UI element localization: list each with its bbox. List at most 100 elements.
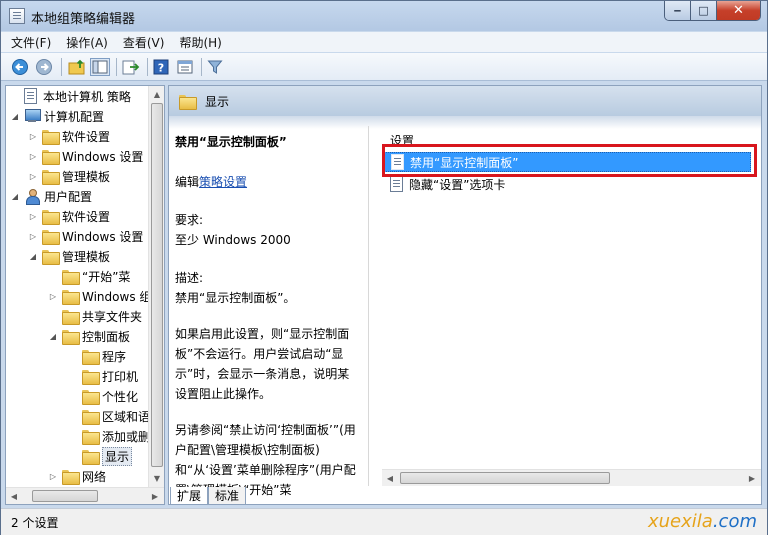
tree-item-label: 本地计算机 策略 xyxy=(43,89,131,104)
expand-arrow-icon[interactable]: ▷ xyxy=(28,171,38,181)
close-button[interactable]: ✕ xyxy=(717,1,760,20)
tree-item-label: Windows 组 xyxy=(82,289,152,304)
tree-item[interactable]: 区域和语 xyxy=(68,406,150,426)
toolbar-separator xyxy=(116,58,117,76)
show-tree-icon[interactable] xyxy=(90,58,110,76)
description-paragraph-1: 如果启用此设置，则“显示控制面板”不会运行。用户尝试启动“显示”时，会显示一条消… xyxy=(175,327,350,401)
tree-item[interactable]: ▷ Windows 设置 xyxy=(28,146,143,166)
tree-item[interactable]: ◢ 计算机配置 xyxy=(10,106,104,126)
folder-icon xyxy=(42,149,60,165)
tree-item[interactable]: ▷ Windows 设置 xyxy=(28,226,143,246)
title-bar[interactable]: 本地组策略编辑器 ‒ □ ✕ xyxy=(1,1,767,31)
settings-list: 设置 禁用“显示控制面板” 隐藏“设置”选项卡 ◀ ▶ xyxy=(382,126,761,486)
details-header: 显示 xyxy=(169,86,761,116)
menu-help[interactable]: 帮助(H) xyxy=(179,34,221,51)
tree-item-label: 用户配置 xyxy=(44,189,93,204)
back-icon[interactable] xyxy=(11,58,29,76)
tree-item-label: 管理模板 xyxy=(62,249,111,264)
folder-icon xyxy=(42,169,60,185)
scroll-left-arrow[interactable]: ◀ xyxy=(382,470,398,486)
description-scrollbar[interactable]: ▲ ▼ xyxy=(368,126,369,486)
scroll-thumb[interactable] xyxy=(151,103,163,467)
collapse-arrow-icon[interactable]: ◢ xyxy=(10,191,20,201)
help-icon[interactable]: ? xyxy=(152,58,170,76)
tree-item[interactable]: ▷ 网络 xyxy=(48,466,106,486)
gpedit-window: 本地组策略编辑器 ‒ □ ✕ 文件(F) 操作(A) 查看(V) 帮助(H) ?… xyxy=(0,0,768,535)
export-icon[interactable] xyxy=(121,58,141,76)
menu-file[interactable]: 文件(F) xyxy=(11,34,51,51)
watermark: xuexila.com xyxy=(648,511,757,532)
tree-item[interactable]: ▷ 软件设置 xyxy=(28,206,110,226)
collapse-arrow-icon[interactable]: ◢ xyxy=(48,331,58,341)
filter-icon[interactable] xyxy=(206,58,224,76)
toolbar-separator xyxy=(61,58,62,76)
tree-item[interactable]: “开始”菜 xyxy=(48,266,130,286)
expand-arrow-icon[interactable]: ▷ xyxy=(28,131,38,141)
window-title: 本地组策略编辑器 xyxy=(31,12,136,27)
view-icon[interactable] xyxy=(175,58,195,76)
minimize-button[interactable]: ‒ xyxy=(665,1,691,20)
expand-arrow-icon[interactable]: ▷ xyxy=(28,151,38,161)
tree-item[interactable]: ◢ 管理模板 xyxy=(28,246,110,266)
tree-item[interactable]: ▷ 软件设置 xyxy=(28,126,110,146)
expand-arrow-icon[interactable]: ▷ xyxy=(48,471,58,481)
expand-arrow-icon[interactable]: ▷ xyxy=(48,291,58,301)
tree-item[interactable]: 个性化 xyxy=(68,386,138,406)
list-horizontal-scrollbar[interactable]: ◀ ▶ xyxy=(382,469,761,486)
details-header-title: 显示 xyxy=(205,94,230,109)
tree-item[interactable]: 打印机 xyxy=(68,366,138,386)
tree-item-label: 软件设置 xyxy=(62,209,111,224)
scroll-right-arrow[interactable]: ▶ xyxy=(147,488,163,504)
scroll-up-arrow[interactable]: ▲ xyxy=(149,86,164,102)
menu-bar: 文件(F) 操作(A) 查看(V) 帮助(H) xyxy=(1,32,767,52)
edit-policy-line: 编辑策略设置 xyxy=(175,172,360,192)
user-icon xyxy=(24,188,40,205)
tree-item[interactable]: ▷ 管理模板 xyxy=(28,166,110,186)
requirements-value: 至少 Windows 2000 xyxy=(175,233,291,247)
expand-arrow-icon[interactable]: ▷ xyxy=(28,231,38,241)
tree-item-label: 软件设置 xyxy=(62,129,111,144)
collapse-arrow-icon[interactable]: ◢ xyxy=(10,111,20,121)
list-item[interactable]: 隐藏“设置”选项卡 xyxy=(384,174,751,194)
edit-prefix: 编辑 xyxy=(175,175,200,189)
tree-item-label: 添加或删 xyxy=(102,429,151,444)
tree-item[interactable]: ◢ 用户配置 xyxy=(10,186,92,206)
tree-item[interactable]: 显示 xyxy=(68,446,133,466)
tree-item-label: “开始”菜 xyxy=(82,269,131,284)
menu-action[interactable]: 操作(A) xyxy=(66,34,108,51)
tree-item[interactable]: 程序 xyxy=(68,346,126,366)
expand-arrow-icon[interactable]: ▷ xyxy=(28,211,38,221)
gpedit-app-icon xyxy=(9,8,25,24)
scroll-left-arrow[interactable]: ◀ xyxy=(6,488,22,504)
scroll-down-arrow[interactable]: ▼ xyxy=(149,470,164,486)
collapse-arrow-icon[interactable]: ◢ xyxy=(28,251,38,261)
scroll-thumb[interactable] xyxy=(400,472,610,484)
folder-icon xyxy=(42,129,60,145)
tab-extended[interactable]: 扩展 xyxy=(170,487,209,504)
tree-item[interactable]: 共享文件夹 xyxy=(48,306,142,326)
tree-item[interactable]: 添加或删 xyxy=(68,426,150,446)
tree-item-label: 个性化 xyxy=(102,389,139,404)
scroll-thumb[interactable] xyxy=(32,490,98,502)
tree-item-label: 网络 xyxy=(82,469,107,484)
up-folder-icon[interactable] xyxy=(67,58,87,76)
tab-standard[interactable]: 标准 xyxy=(208,487,247,504)
list-item-label: 隐藏“设置”选项卡 xyxy=(409,177,506,192)
tree-item[interactable]: 本地计算机 策略 xyxy=(10,86,131,106)
tree-item[interactable]: ▷ Windows 组 xyxy=(48,286,151,306)
tree-horizontal-scrollbar[interactable]: ◀ ▶ xyxy=(6,487,164,504)
scroll-right-arrow[interactable]: ▶ xyxy=(744,470,760,486)
tree-item[interactable]: ◢ 控制面板 xyxy=(48,326,130,346)
tree-item-label: Windows 设置 xyxy=(62,229,144,244)
maximize-button[interactable]: □ xyxy=(691,1,717,20)
tree-vertical-scrollbar[interactable]: ▲ ▼ xyxy=(148,86,164,487)
edit-policy-link[interactable]: 策略设置 xyxy=(199,175,247,189)
forward-icon[interactable] xyxy=(35,58,53,76)
folder-icon xyxy=(42,209,60,225)
view-tabs: 扩展 标准 xyxy=(170,487,247,504)
menu-view[interactable]: 查看(V) xyxy=(123,34,165,51)
